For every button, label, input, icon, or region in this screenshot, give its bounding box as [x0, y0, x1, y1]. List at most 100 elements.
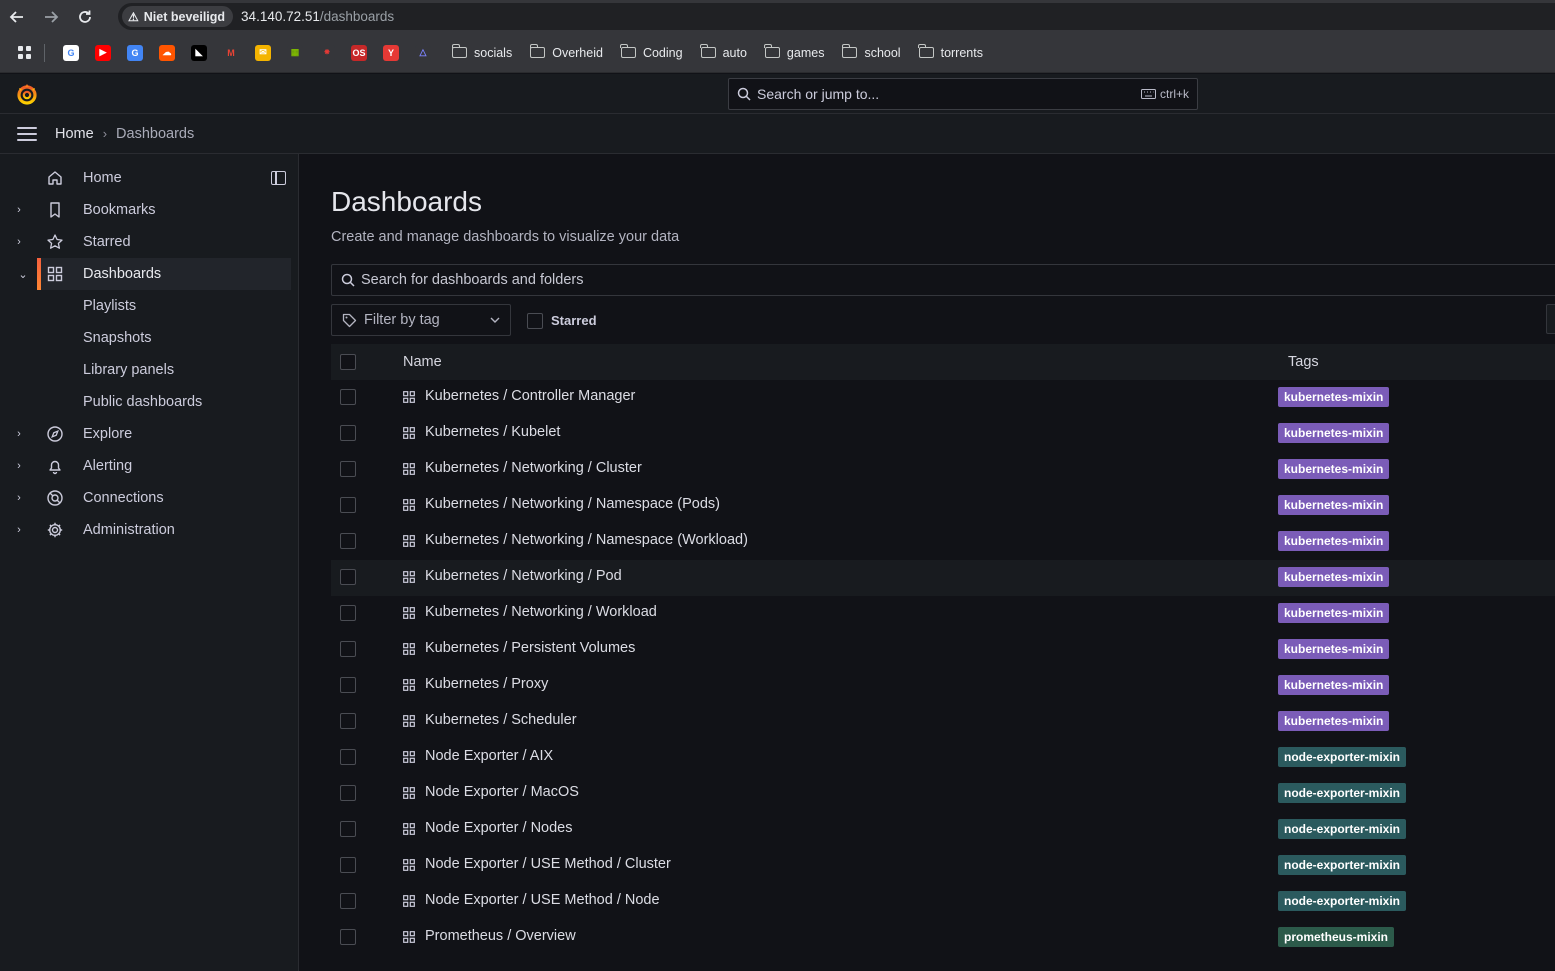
dashboard-title-link[interactable]: Kubernetes / Controller Manager [425, 388, 635, 404]
reload-icon[interactable] [68, 0, 102, 33]
row-checkbox[interactable] [340, 677, 356, 693]
row-checkbox[interactable] [340, 533, 356, 549]
triangle-favicon[interactable]: △ [415, 44, 431, 61]
row-checkbox[interactable] [340, 425, 356, 441]
dashboard-title-link[interactable]: Kubernetes / Networking / Namespace (Wor… [425, 532, 748, 548]
tag-badge[interactable]: node-exporter-mixin [1278, 783, 1407, 803]
row-checkbox[interactable] [340, 821, 356, 837]
table-row[interactable]: Node Exporter / AIX node-exporter-mixin [331, 740, 1555, 776]
starred-checkbox[interactable] [527, 313, 543, 329]
sidebar-item-bookmarks[interactable]: › Bookmarks [0, 194, 291, 226]
dashboard-title-link[interactable]: Node Exporter / AIX [425, 748, 553, 764]
sidebar-item-connections[interactable]: › Connections [0, 482, 291, 514]
sidebar-item-dashboards[interactable]: ⌄ Dashboards [18, 258, 291, 290]
tag-badge[interactable]: kubernetes-mixin [1278, 603, 1390, 623]
tag-badge[interactable]: kubernetes-mixin [1278, 387, 1390, 407]
bookmark-folder-auto[interactable]: auto [700, 44, 747, 60]
table-row[interactable]: Kubernetes / Networking / Cluster kuberne… [331, 452, 1555, 488]
back-icon[interactable] [0, 0, 34, 33]
forward-icon[interactable] [34, 0, 68, 33]
dashboard-title-link[interactable]: Node Exporter / USE Method / Node [425, 892, 660, 908]
row-checkbox[interactable] [340, 893, 356, 909]
row-checkbox[interactable] [340, 497, 356, 513]
tag-badge[interactable]: kubernetes-mixin [1278, 459, 1390, 479]
table-row[interactable]: Kubernetes / Networking / Namespace (Wor… [331, 524, 1555, 560]
sidebar-item-explore[interactable]: › Explore [0, 418, 291, 450]
bookmark-folder-school[interactable]: school [841, 44, 901, 60]
dashboard-title-link[interactable]: Kubernetes / Networking / Namespace (Pod… [425, 496, 720, 512]
app-favicon[interactable]: ⁕ [319, 44, 335, 61]
dashboard-title-link[interactable]: Kubernetes / Proxy [425, 676, 548, 692]
translate-favicon[interactable]: G [127, 44, 143, 61]
row-checkbox[interactable] [340, 785, 356, 801]
sidebar-item-home[interactable]: Home [0, 162, 291, 194]
dashboard-title-link[interactable]: Kubernetes / Persistent Volumes [425, 640, 635, 656]
table-row[interactable]: Kubernetes / Kubelet kubernetes-mixin [331, 416, 1555, 452]
row-checkbox[interactable] [340, 389, 356, 405]
url-text[interactable]: 34.140.72.51/dashboards [241, 9, 394, 24]
dashboard-title-link[interactable]: Node Exporter / Nodes [425, 820, 573, 836]
dashboard-title-link[interactable]: Kubernetes / Networking / Workload [425, 604, 657, 620]
dashboard-title-link[interactable]: Kubernetes / Kubelet [425, 424, 560, 440]
table-row[interactable]: Node Exporter / MacOS node-exporter-mixin [331, 776, 1555, 812]
table-row[interactable]: Kubernetes / Persistent Volumes kubernete… [331, 632, 1555, 668]
chevron-right-icon[interactable]: › [14, 236, 24, 248]
tag-badge[interactable]: node-exporter-mixin [1278, 855, 1407, 875]
chevron-right-icon[interactable]: › [14, 428, 24, 440]
tag-badge[interactable]: prometheus-mixin [1278, 927, 1395, 947]
google-favicon[interactable]: G [63, 44, 79, 61]
table-row[interactable]: Kubernetes / Networking / Pod kubernetes-… [331, 560, 1555, 596]
tag-badge[interactable]: node-exporter-mixin [1278, 747, 1407, 767]
table-row[interactable]: Kubernetes / Networking / Workload kubern… [331, 596, 1555, 632]
table-row[interactable]: Kubernetes / Scheduler kubernetes-mixin [331, 704, 1555, 740]
sidebar-item-starred[interactable]: › Starred [0, 226, 291, 258]
dashboard-title-link[interactable]: Kubernetes / Scheduler [425, 712, 577, 728]
row-checkbox[interactable] [340, 569, 356, 585]
search-or-jump-input[interactable]: Search or jump to... ctrl+k [728, 78, 1198, 110]
table-row[interactable]: Node Exporter / USE Method / Cluster node… [331, 848, 1555, 884]
dashboard-search-input[interactable]: Search for dashboards and folders [331, 264, 1555, 296]
y-favicon[interactable]: Y [383, 44, 399, 61]
dashboard-title-link[interactable]: Node Exporter / USE Method / Cluster [425, 856, 671, 872]
tag-badge[interactable]: kubernetes-mixin [1278, 711, 1390, 731]
sidebar-item-alerting[interactable]: › Alerting [0, 450, 291, 482]
security-chip[interactable]: ⚠ Niet beveiligd [122, 6, 234, 27]
filter-by-tag-select[interactable]: Filter by tag [331, 304, 511, 336]
tag-badge[interactable]: kubernetes-mixin [1278, 567, 1390, 587]
address-bar[interactable]: ⚠ Niet beveiligd 34.140.72.51/dashboards [118, 3, 1555, 30]
soundcloud-favicon[interactable]: ☁ [159, 44, 175, 61]
apps-grid-icon[interactable] [14, 42, 36, 64]
row-checkbox[interactable] [340, 857, 356, 873]
sidebar-item-library-panels[interactable]: Library panels [0, 354, 291, 386]
menu-icon[interactable] [17, 126, 37, 141]
row-checkbox[interactable] [340, 461, 356, 477]
bookmark-folder-overheid[interactable]: Overheid [529, 44, 603, 60]
starred-label[interactable]: Starred [551, 313, 597, 328]
sidebar-item-public-dashboards[interactable]: Public dashboards [0, 386, 291, 418]
table-row[interactable]: Node Exporter / USE Method / Node node-ex… [331, 884, 1555, 920]
sidebar-item-snapshots[interactable]: Snapshots [0, 322, 291, 354]
bookmark-folder-torrents[interactable]: torrents [918, 44, 983, 60]
os-favicon[interactable]: OS [351, 44, 367, 61]
tag-badge[interactable]: kubernetes-mixin [1278, 423, 1390, 443]
row-checkbox[interactable] [340, 605, 356, 621]
bookmark-folder-coding[interactable]: Coding [620, 44, 683, 60]
table-row[interactable]: Node Exporter / Nodes node-exporter-mixin [331, 812, 1555, 848]
row-checkbox[interactable] [340, 749, 356, 765]
bookmark-folder-games[interactable]: games [764, 44, 824, 60]
tag-badge[interactable]: kubernetes-mixin [1278, 675, 1390, 695]
chevron-down-icon[interactable]: ⌄ [18, 268, 28, 281]
tag-badge[interactable]: kubernetes-mixin [1278, 531, 1390, 551]
tag-badge[interactable]: node-exporter-mixin [1278, 819, 1407, 839]
bookmark-folder-socials[interactable]: socials [451, 44, 512, 60]
breadcrumb-home[interactable]: Home [55, 126, 94, 142]
table-row[interactable]: Kubernetes / Proxy kubernetes-mixin [331, 668, 1555, 704]
amd-favicon[interactable]: ◣ [191, 44, 207, 61]
chevron-right-icon[interactable]: › [14, 460, 24, 472]
grafana-logo-icon[interactable] [15, 82, 39, 106]
chevron-right-icon[interactable]: › [14, 524, 24, 536]
sidebar-item-administration[interactable]: › Administration [0, 514, 291, 546]
gmail-favicon[interactable]: M [223, 44, 239, 61]
dashboard-title-link[interactable]: Kubernetes / Networking / Cluster [425, 460, 642, 476]
mail-favicon[interactable]: ✉ [255, 44, 271, 61]
